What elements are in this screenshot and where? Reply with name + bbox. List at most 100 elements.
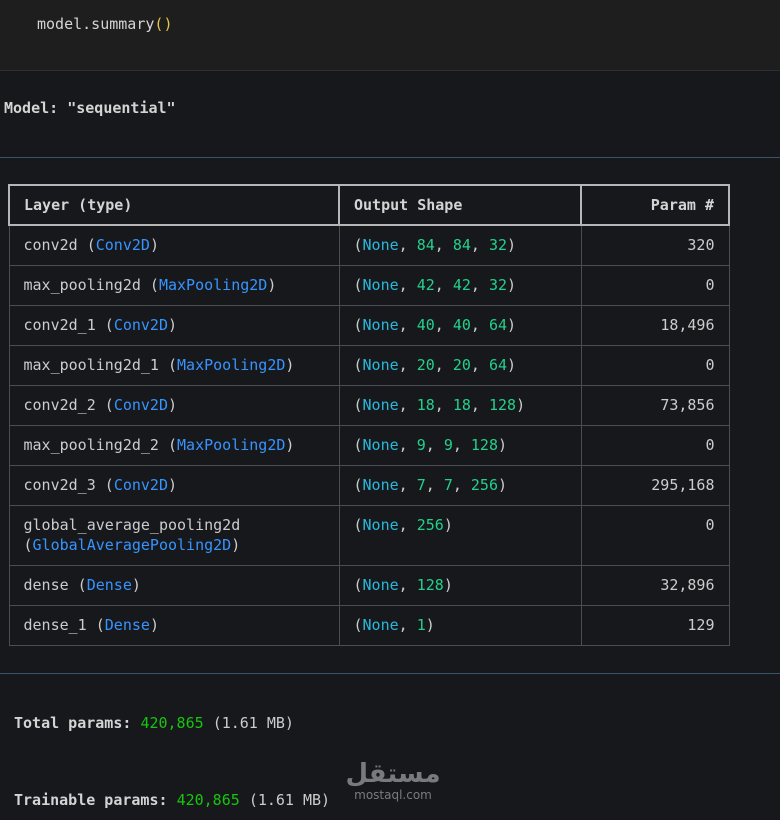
shape-cell: (None, 84, 84, 32): [338, 224, 582, 266]
divider-top: [0, 157, 780, 158]
shape-cell: (None, 20, 20, 64): [338, 345, 582, 386]
param-cell: 0: [580, 265, 730, 306]
param-cell: 320: [580, 224, 730, 266]
layer-class: Dense: [86, 576, 132, 594]
shape-none: None: [362, 516, 399, 534]
layer-cell: conv2d_2 (Conv2D): [8, 385, 340, 426]
layer-class: MaxPooling2D: [158, 276, 268, 294]
code-line[interactable]: model.summary(): [37, 15, 172, 33]
shape-none: None: [362, 436, 399, 454]
trainable-params-label: Trainable params:: [14, 791, 168, 809]
shape-dim: 9: [416, 436, 426, 454]
param-cell: 129: [580, 605, 730, 646]
shape-dim: 128: [416, 576, 444, 594]
total-params-label: Total params:: [14, 714, 132, 732]
shape-cell: (None, 1): [338, 605, 582, 646]
layer-class: Conv2D: [113, 396, 168, 414]
layer-cell: max_pooling2d (MaxPooling2D): [8, 265, 340, 306]
code-cell[interactable]: model.summary(): [0, 0, 780, 71]
layer-name: max_pooling2d_2: [23, 436, 159, 454]
total-params-value: 420,865: [140, 714, 204, 732]
table-row: conv2d_3 (Conv2D) (None, 7, 7, 256) 295,16…: [8, 465, 730, 506]
shape-dim: 64: [488, 356, 508, 374]
shape-dim: 18: [416, 396, 435, 414]
shape-dim: 18: [452, 396, 471, 414]
code-text: model.summary: [37, 15, 155, 33]
table-row: max_pooling2d (MaxPooling2D) (None, 42, 4…: [8, 265, 730, 306]
layer-cell: conv2d (Conv2D): [8, 224, 340, 266]
layer-name: conv2d: [23, 236, 78, 254]
total-params-size: (1.61 MB): [212, 714, 294, 732]
shape-dim: 84: [416, 236, 435, 254]
shape-cell: (None, 7, 7, 256): [338, 465, 582, 506]
table-row: conv2d (Conv2D) (None, 84, 84, 32) 320: [8, 224, 730, 266]
layer-class: MaxPooling2D: [177, 436, 286, 454]
shape-dim: 32: [488, 236, 508, 254]
trainable-params-size: (1.61 MB): [248, 791, 331, 809]
shape-cell: (None, 9, 9, 128): [338, 425, 582, 466]
shape-dim: 42: [452, 276, 471, 294]
param-cell: 295,168: [580, 465, 730, 506]
watermark-logo: مستقل mostaql.com: [343, 760, 443, 802]
param-cell: 0: [580, 505, 730, 566]
shape-dim: 1: [416, 616, 426, 634]
trainable-params-value: 420,865: [176, 791, 240, 809]
layer-name: max_pooling2d: [23, 276, 141, 294]
shape-none: None: [362, 396, 399, 414]
table-header-row: Layer (type) Output Shape Param #: [8, 184, 730, 226]
layer-cell: global_average_pooling2d (GlobalAverageP…: [8, 505, 340, 566]
layer-class: Conv2D: [113, 316, 168, 334]
header-shape: Output Shape: [338, 184, 582, 226]
layer-cell: conv2d_3 (Conv2D): [8, 465, 340, 506]
layer-name: conv2d_3: [23, 476, 96, 494]
watermark-logo-text: مستقل: [345, 759, 441, 789]
shape-none: None: [362, 576, 399, 594]
shape-dim: 20: [452, 356, 471, 374]
shape-dim: 64: [488, 316, 508, 334]
table-row: max_pooling2d_2 (MaxPooling2D) (None, 9, …: [8, 425, 730, 466]
shape-none: None: [362, 616, 399, 634]
shape-dim: 42: [416, 276, 435, 294]
shape-cell: (None, 128): [338, 565, 582, 606]
shape-none: None: [362, 476, 399, 494]
total-params: Total params: 420,865 (1.61 MB): [14, 714, 294, 732]
param-cell: 0: [580, 345, 730, 386]
layer-name: dense_1: [23, 616, 87, 634]
layer-class: MaxPooling2D: [177, 356, 286, 374]
trainable-params: Trainable params: 420,865 (1.61 MB): [14, 791, 330, 809]
shape-cell: (None, 42, 42, 32): [338, 265, 582, 306]
shape-none: None: [362, 316, 399, 334]
shape-dim: 256: [470, 476, 498, 494]
layer-name: conv2d_1: [23, 316, 96, 334]
model-title: Model: "sequential": [4, 99, 176, 117]
header-layer: Layer (type): [8, 184, 340, 226]
header-param: Param #: [580, 184, 730, 226]
shape-dim: 128: [488, 396, 517, 414]
layer-class: Conv2D: [95, 236, 150, 254]
shape-dim: 7: [443, 476, 453, 494]
layer-name: conv2d_2: [23, 396, 96, 414]
param-cell: 32,896: [580, 565, 730, 606]
layer-name: global_average_pooling2d: [23, 516, 241, 534]
layer-cell: dense (Dense): [8, 565, 340, 606]
shape-dim: 40: [452, 316, 471, 334]
shape-dim: 32: [488, 276, 508, 294]
table-row: dense_1 (Dense) (None, 1) 129: [8, 605, 730, 646]
table-row: conv2d_1 (Conv2D) (None, 40, 40, 64) 18,49…: [8, 305, 730, 346]
shape-dim: 40: [416, 316, 435, 334]
shape-none: None: [362, 236, 399, 254]
layer-class: Dense: [104, 616, 150, 634]
layer-class: Conv2D: [113, 476, 168, 494]
summary-table: Layer (type) Output Shape Param # conv2d…: [8, 184, 730, 646]
shape-none: None: [362, 356, 399, 374]
layer-class: GlobalAveragePooling2D: [32, 536, 232, 554]
table-row: dense (Dense) (None, 128) 32,896: [8, 565, 730, 606]
shape-cell: (None, 18, 18, 128): [338, 385, 582, 426]
shape-dim: 20: [416, 356, 435, 374]
shape-dim: 128: [470, 436, 498, 454]
close-paren: ): [163, 15, 173, 33]
layer-name: max_pooling2d_1: [23, 356, 159, 374]
shape-dim: 84: [452, 236, 471, 254]
layer-cell: max_pooling2d_2 (MaxPooling2D): [8, 425, 340, 466]
table-row: conv2d_2 (Conv2D) (None, 18, 18, 128) 73,8…: [8, 385, 730, 426]
